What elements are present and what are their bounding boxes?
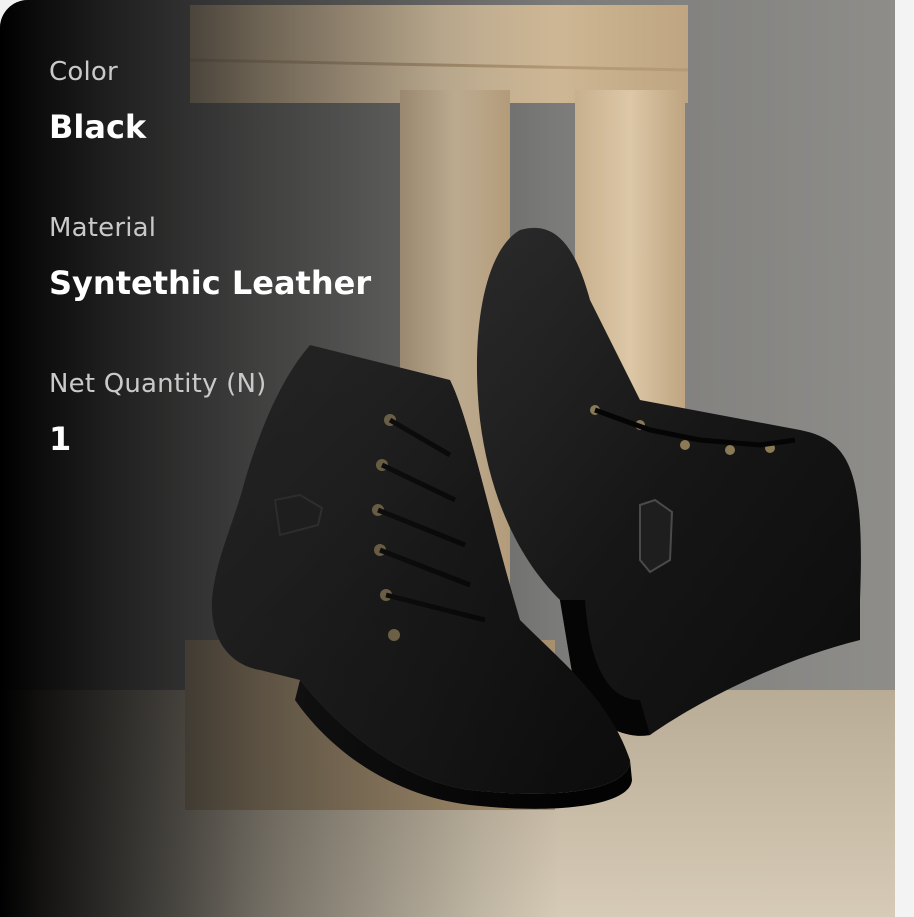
product-detail-card: Color Black Material Syntethic Leather N… [0, 0, 895, 917]
attribute-label: Net Quantity (N) [49, 369, 267, 399]
product-attributes: Color Black Material Syntethic Leather N… [49, 50, 469, 518]
attribute-value: Syntethic Leather [49, 264, 372, 302]
attribute-value: 1 [49, 420, 72, 458]
attribute-net-quantity: Net Quantity (N) 1 [49, 362, 469, 518]
attribute-material: Material Syntethic Leather [49, 206, 469, 362]
attribute-label: Color [49, 57, 118, 87]
attribute-value: Black [49, 108, 147, 146]
page-edge [895, 0, 914, 917]
attribute-label: Material [49, 213, 157, 243]
attribute-color: Color Black [49, 50, 469, 206]
